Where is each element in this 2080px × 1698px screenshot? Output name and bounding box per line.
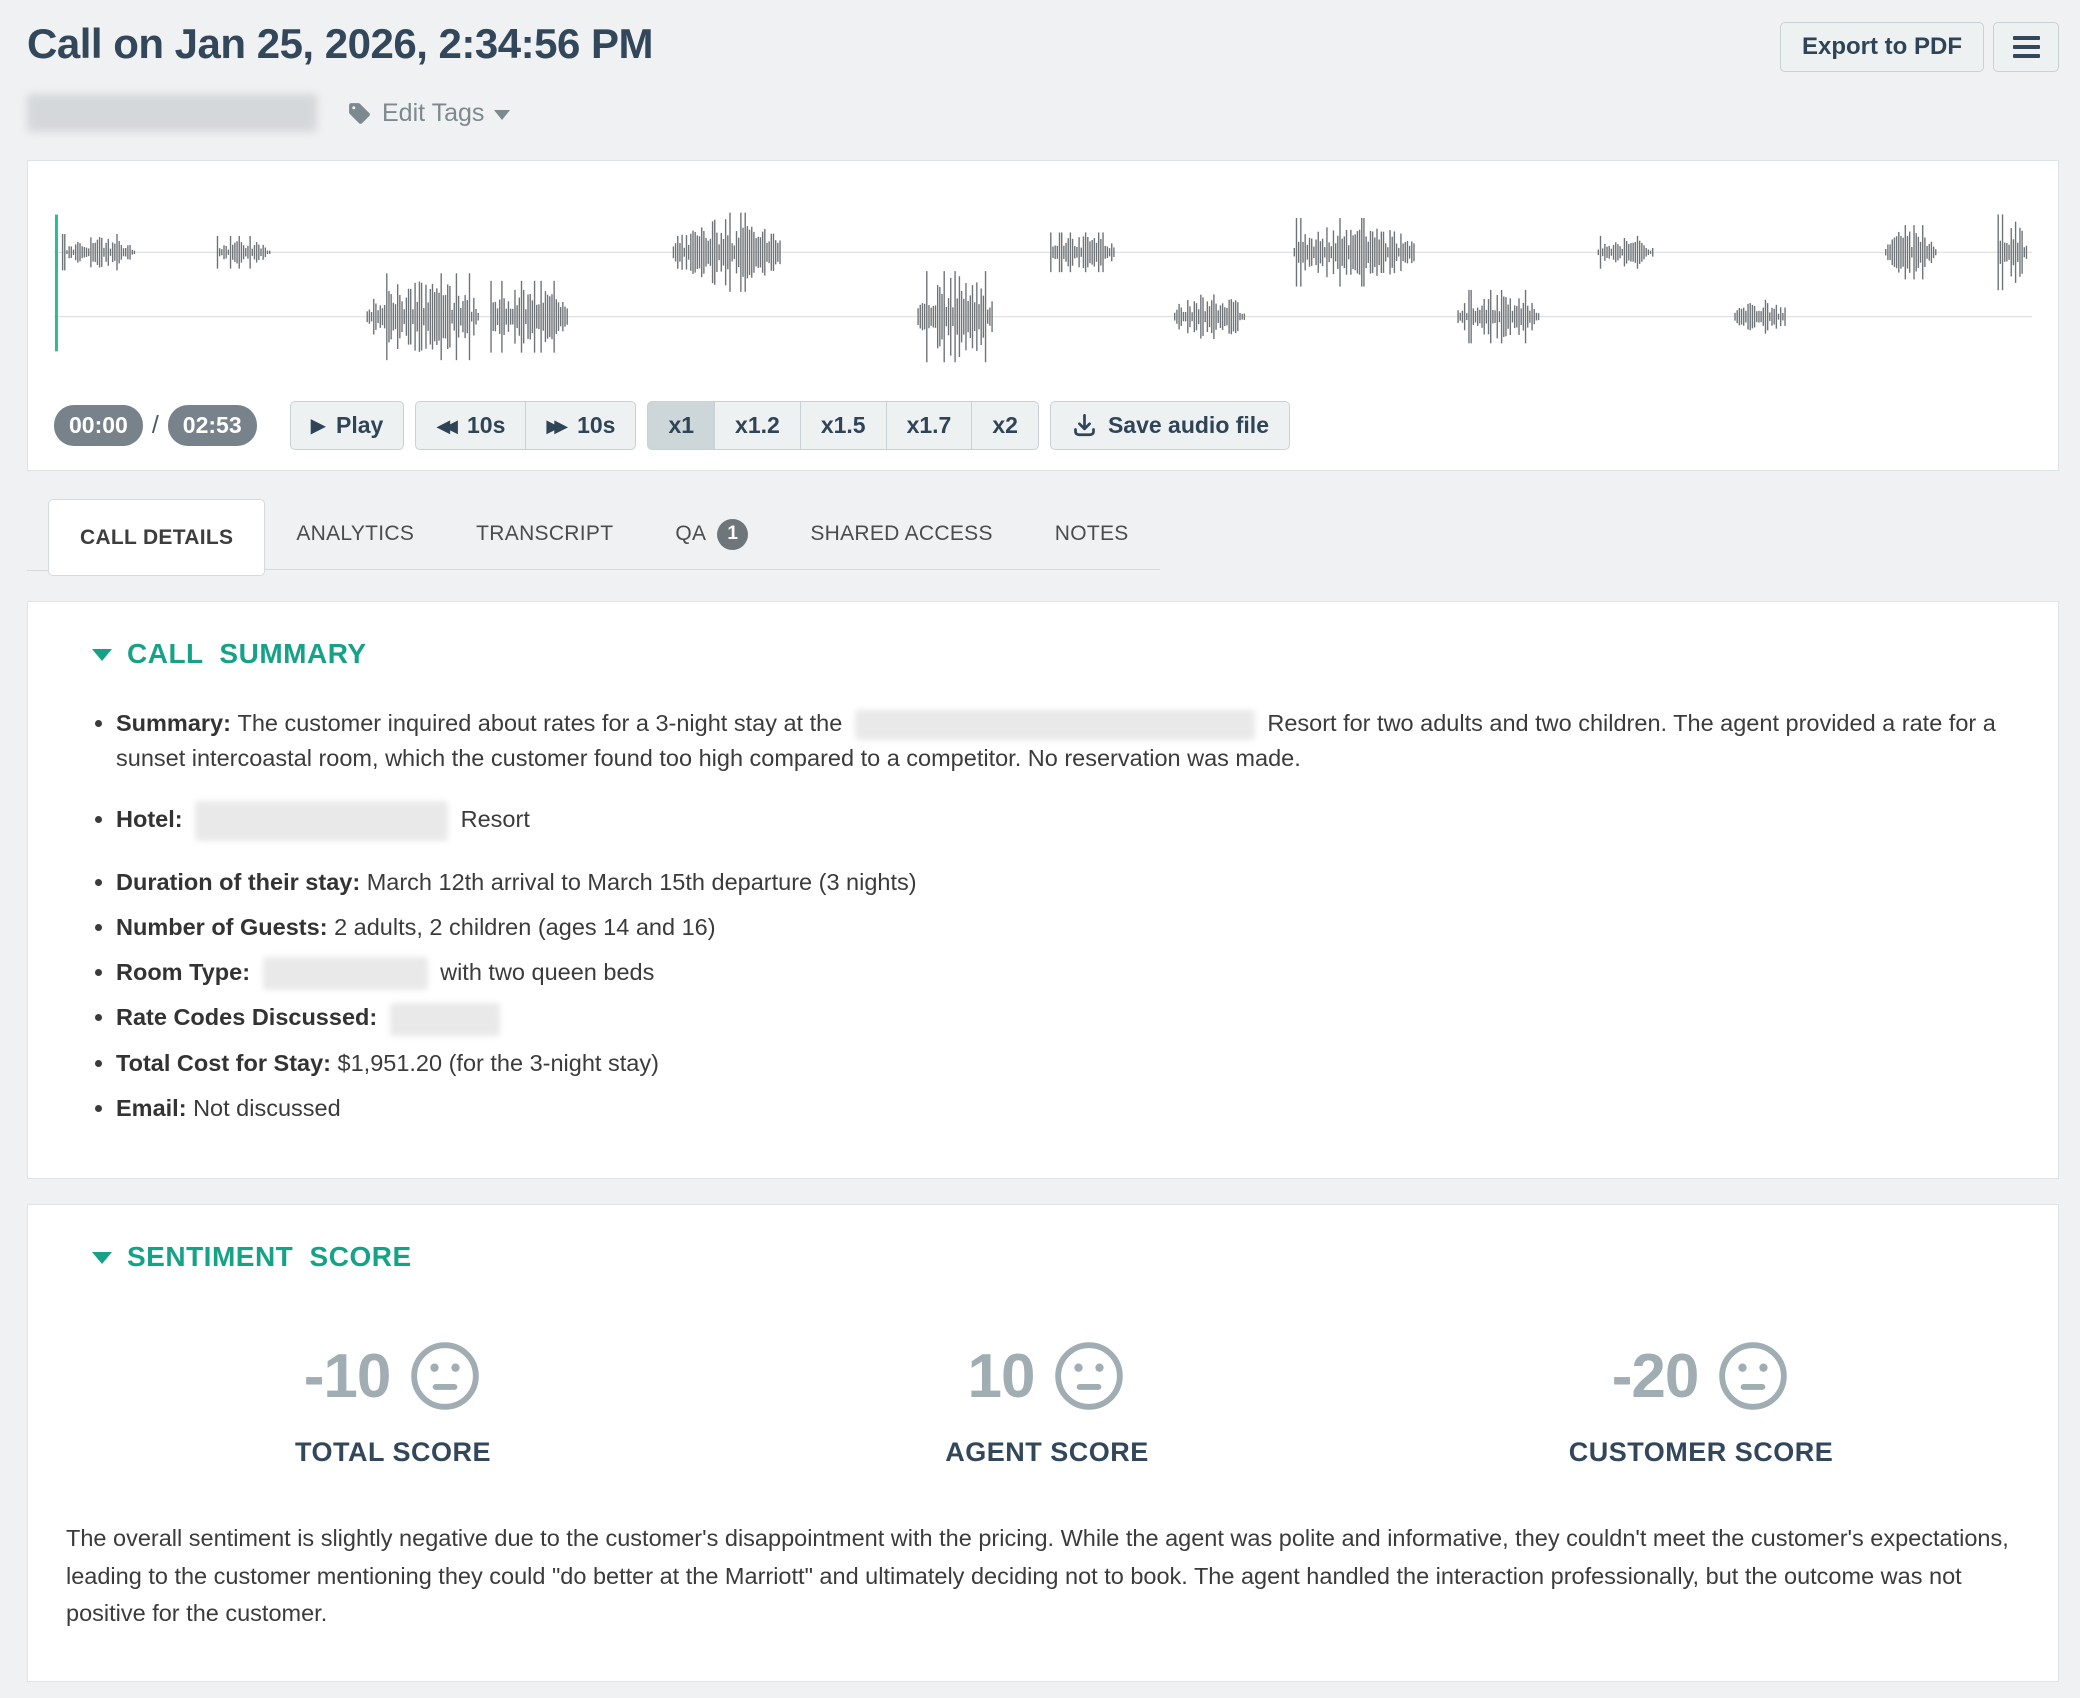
caret-down-icon: [494, 110, 510, 120]
score-value: -10: [304, 1341, 391, 1412]
tab-label: TRANSCRIPT: [476, 522, 613, 546]
page-header: Call on Jan 25, 2026, 2:34:56 PM Export …: [27, 12, 2059, 72]
call-summary-header[interactable]: CALL SUMMARY: [92, 638, 367, 670]
audio-player-card: 00:00 / 02:53 ▶ Play ◀◀ 10s ▶▶ 10s x1x1.…: [27, 160, 2059, 471]
edit-tags-button[interactable]: Edit Tags: [347, 99, 510, 128]
skip-forward-label: 10s: [577, 412, 615, 439]
tab-label: SHARED ACCESS: [810, 522, 992, 546]
collapse-caret-icon: [92, 1252, 112, 1264]
redacted-text: [855, 710, 1255, 740]
bullet-label: Email:: [116, 1095, 193, 1121]
tab-label: QA: [675, 522, 706, 546]
tag-row: Edit Tags: [27, 94, 2059, 132]
export-to-pdf-button[interactable]: Export to PDF: [1780, 22, 1984, 72]
sentiment-score-header[interactable]: SENTIMENT SCORE: [92, 1241, 412, 1273]
save-audio-label: Save audio file: [1108, 412, 1269, 439]
sentiment-score-section: SENTIMENT SCORE -10 TOTAL SCORE 10 AGENT SC…: [27, 1204, 2059, 1682]
speed-x2-button[interactable]: x2: [972, 401, 1039, 450]
sentiment-explanation: The overall sentiment is slightly negati…: [66, 1520, 2028, 1633]
redacted-tag: [27, 94, 317, 132]
speed-x1.2-button[interactable]: x1.2: [715, 401, 801, 450]
sentiment-scores: -10 TOTAL SCORE 10 AGENT SCORE -20 CUSTOMER S…: [66, 1339, 2028, 1468]
qa-count-badge: 1: [717, 519, 748, 550]
neutral-face-icon: [1716, 1339, 1790, 1413]
summary-bullet: Hotel: Resort: [116, 801, 2026, 841]
menu-button[interactable]: [1993, 22, 2059, 72]
rewind-10s-icon: ◀◀: [436, 417, 452, 435]
bullet-label: Duration of their stay:: [116, 869, 367, 895]
score-label: CUSTOMER SCORE: [1569, 1437, 1834, 1468]
summary-bullet: Rate Codes Discussed:: [116, 1000, 2026, 1035]
bullet-label: Number of Guests:: [116, 914, 334, 940]
summary-bullet: Email: Not discussed: [116, 1091, 2026, 1126]
speed-group: x1x1.2x1.5x1.7x2: [647, 401, 1038, 450]
total-duration-badge: 02:53: [168, 405, 257, 446]
redacted-text: [263, 957, 428, 990]
skip-button-group: ◀◀ 10s ▶▶ 10s: [415, 401, 636, 450]
call-summary-title: CALL SUMMARY: [127, 638, 367, 670]
tab-notes[interactable]: NOTES: [1024, 499, 1160, 570]
score-block: -20 CUSTOMER SCORE: [1374, 1339, 2028, 1468]
bullet-label: Summary:: [116, 710, 237, 736]
play-label: Play: [336, 412, 383, 439]
score-label: AGENT SCORE: [945, 1437, 1149, 1468]
tab-transcript[interactable]: TRANSCRIPT: [445, 499, 644, 570]
tab-analytics[interactable]: ANALYTICS: [265, 499, 445, 570]
skip-back-10s-button[interactable]: ◀◀ 10s: [415, 401, 526, 450]
bullet-label: Total Cost for Stay:: [116, 1050, 338, 1076]
player-controls: 00:00 / 02:53 ▶ Play ◀◀ 10s ▶▶ 10s x1x1.…: [54, 401, 2032, 450]
score-value: -20: [1612, 1341, 1699, 1412]
edit-tags-label: Edit Tags: [382, 99, 484, 128]
speed-x1.5-button[interactable]: x1.5: [801, 401, 887, 450]
speed-x1-button[interactable]: x1: [647, 401, 715, 450]
redacted-text: [195, 801, 448, 841]
time-separator: /: [152, 411, 159, 440]
skip-back-label: 10s: [467, 412, 505, 439]
bullet-label: Rate Codes Discussed:: [116, 1004, 384, 1030]
neutral-face-icon: [1052, 1339, 1126, 1413]
summary-bullet: Duration of their stay: March 12th arriv…: [116, 865, 2026, 900]
call-detail-page: Call on Jan 25, 2026, 2:34:56 PM Export …: [0, 0, 2080, 1698]
tab-call-details[interactable]: CALL DETAILS: [48, 499, 265, 576]
score-block: 10 AGENT SCORE: [720, 1339, 1374, 1468]
hamburger-icon: [2013, 45, 2040, 49]
forward-10s-icon: ▶▶: [546, 417, 562, 435]
time-display: 00:00 / 02:53: [54, 405, 257, 446]
collapse-caret-icon: [92, 649, 112, 661]
skip-forward-10s-button[interactable]: ▶▶ 10s: [526, 401, 636, 450]
call-summary-section: CALL SUMMARY Summary: The customer inqui…: [27, 601, 2059, 1179]
score-label: TOTAL SCORE: [295, 1437, 491, 1468]
sentiment-score-title: SENTIMENT SCORE: [127, 1241, 412, 1273]
bullet-label: Hotel:: [116, 806, 189, 832]
bullet-label: Room Type:: [116, 959, 257, 985]
tab-label: CALL DETAILS: [80, 526, 233, 550]
tab-label: ANALYTICS: [296, 522, 414, 546]
play-button[interactable]: ▶ Play: [290, 401, 405, 450]
current-time-badge: 00:00: [54, 405, 143, 446]
page-title: Call on Jan 25, 2026, 2:34:56 PM: [27, 20, 653, 68]
tab-bar: CALL DETAILS ANALYTICS TRANSCRIPT QA 1 SHARED…: [27, 499, 2059, 576]
waveform[interactable]: [54, 173, 2032, 391]
summary-bullet: Total Cost for Stay: $1,951.20 (for the …: [116, 1046, 2026, 1081]
tab-shared-access[interactable]: SHARED ACCESS: [779, 499, 1023, 570]
tab-qa[interactable]: QA 1: [644, 499, 779, 570]
score-value: 10: [968, 1341, 1035, 1412]
speed-x1.7-button[interactable]: x1.7: [887, 401, 973, 450]
call-summary-list: Summary: The customer inquired about rat…: [66, 706, 2026, 1126]
score-block: -10 TOTAL SCORE: [66, 1339, 720, 1468]
neutral-face-icon: [408, 1339, 482, 1413]
save-audio-button[interactable]: Save audio file: [1050, 401, 1290, 450]
summary-bullet: Summary: The customer inquired about rat…: [116, 706, 2026, 777]
redacted-text: [390, 1003, 500, 1036]
header-actions: Export to PDF: [1780, 22, 2059, 72]
tag-icon: [347, 101, 372, 126]
summary-bullet: Room Type: with two queen beds: [116, 955, 2026, 990]
play-icon: ▶: [311, 416, 326, 436]
tab-label: NOTES: [1055, 522, 1129, 546]
summary-bullet: Number of Guests: 2 adults, 2 children (…: [116, 910, 2026, 945]
download-icon: [1071, 412, 1098, 439]
